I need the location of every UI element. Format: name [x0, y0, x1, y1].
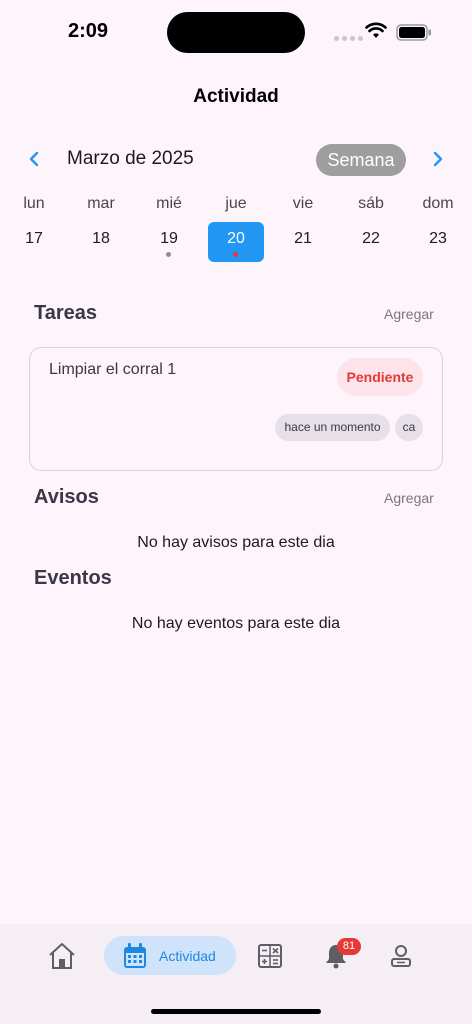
battery-icon — [396, 24, 431, 41]
notices-heading: Avisos — [34, 486, 99, 508]
time-chip: hace un momento — [275, 414, 390, 441]
day-cell[interactable]: 18 — [73, 222, 129, 262]
calculator-icon[interactable] — [258, 944, 282, 968]
nav-item-activity-label: Actividad — [159, 948, 216, 964]
day-of-week: lun — [23, 195, 45, 212]
notices-empty-message: No hay avisos para este dia — [137, 534, 335, 551]
chevron-left-icon[interactable] — [24, 148, 44, 170]
add-task-button[interactable]: Agregar — [384, 306, 434, 322]
event-indicator-dot — [233, 252, 238, 257]
home-indicator — [151, 1009, 321, 1014]
day-of-week: dom — [422, 195, 454, 212]
page-title: Actividad — [193, 86, 279, 107]
chevron-right-icon[interactable] — [428, 148, 448, 170]
day-of-week: mié — [156, 195, 182, 212]
month-label: Marzo de 2025 — [67, 148, 194, 169]
events-empty-message: No hay eventos para este dia — [131, 615, 341, 632]
signal-icon — [334, 36, 363, 41]
author-chip: ca — [395, 414, 423, 441]
day-cell[interactable]: 21 — [275, 222, 331, 262]
wifi-icon — [365, 22, 387, 38]
day-cell[interactable]: 22 — [343, 222, 399, 262]
dynamic-island — [167, 12, 305, 53]
status-badge: Pendiente — [337, 358, 423, 396]
add-notice-button[interactable]: Agregar — [384, 490, 434, 506]
view-mode-button[interactable]: Semana — [316, 144, 406, 176]
status-time: 2:09 — [68, 20, 109, 42]
day-cell[interactable]: 23 — [410, 222, 466, 262]
day-cell[interactable]: 17 — [6, 222, 62, 262]
day-of-week: vie — [292, 195, 314, 212]
events-heading: Eventos — [34, 567, 112, 589]
calendar-icon — [124, 943, 146, 968]
day-of-week: sáb — [358, 195, 384, 212]
day-of-week: mar — [87, 195, 115, 212]
profile-icon[interactable] — [389, 944, 413, 968]
notification-count-badge: 81 — [337, 938, 361, 955]
task-title: Limpiar el corral 1 — [49, 361, 177, 378]
day-of-week: jue — [225, 195, 247, 212]
home-icon[interactable] — [47, 942, 77, 970]
event-indicator-dot — [166, 252, 171, 257]
tasks-heading: Tareas — [34, 302, 98, 324]
